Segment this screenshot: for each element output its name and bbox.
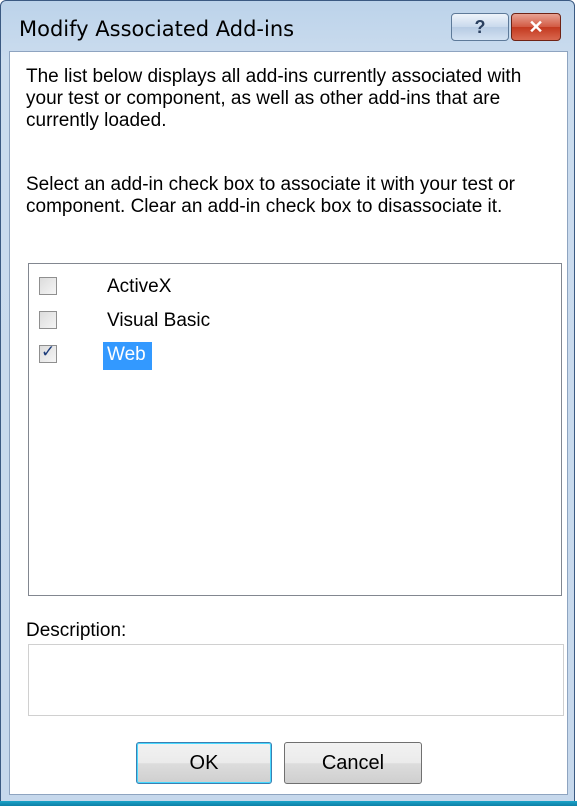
- checkbox-web[interactable]: ✓: [39, 342, 57, 363]
- checkbox-activex[interactable]: [39, 277, 57, 295]
- checkbox-visual-basic[interactable]: [39, 311, 57, 329]
- dialog-title: Modify Associated Add-ins: [19, 17, 295, 41]
- taskbar-edge: [0, 801, 577, 806]
- list-item-label: Web: [103, 342, 152, 370]
- description-field[interactable]: [28, 644, 564, 716]
- list-item-visual-basic[interactable]: Visual Basic: [29, 302, 329, 336]
- close-button[interactable]: ✕: [511, 13, 561, 41]
- instructions-text: Select an add-in check box to associate …: [26, 174, 515, 217]
- close-icon: ✕: [528, 16, 544, 37]
- checkmark-icon: ✓: [41, 342, 56, 362]
- ok-button[interactable]: OK: [136, 742, 272, 784]
- list-item-label: ActiveX: [107, 276, 172, 297]
- help-button[interactable]: ?: [451, 13, 509, 41]
- title-bar[interactable]: Modify Associated Add-ins ? ✕: [1, 1, 574, 51]
- description-label: Description:: [26, 620, 127, 641]
- dialog-window: Modify Associated Add-ins ? ✕ The list b…: [0, 0, 575, 802]
- cancel-button[interactable]: Cancel: [284, 742, 422, 784]
- list-item-activex[interactable]: ActiveX: [29, 268, 329, 302]
- list-item-web[interactable]: ✓ Web: [29, 336, 329, 370]
- list-item-label: Visual Basic: [107, 310, 211, 331]
- help-icon: ?: [474, 16, 486, 37]
- intro-text: The list below displays all add-ins curr…: [26, 66, 522, 131]
- dialog-body: The list below displays all add-ins curr…: [9, 51, 568, 795]
- addins-list[interactable]: ActiveX Visual Basic ✓ Web: [28, 263, 562, 596]
